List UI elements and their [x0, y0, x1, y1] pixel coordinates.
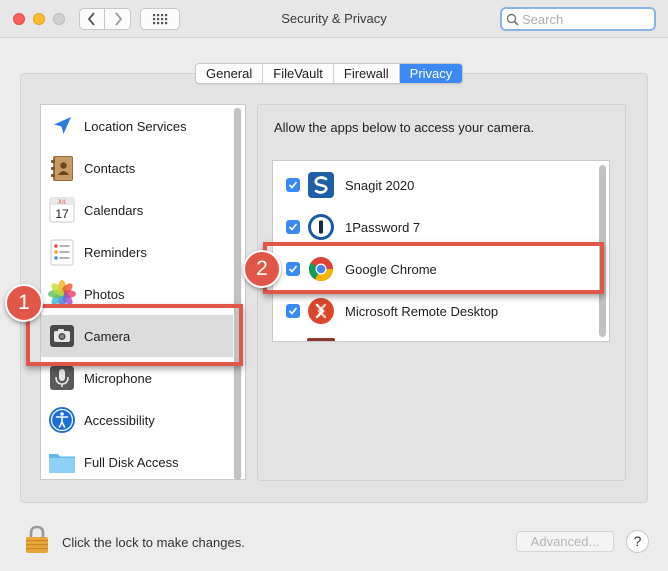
- contacts-book-icon: [51, 156, 73, 181]
- reminders-list-icon: [50, 239, 74, 266]
- checkmark-icon: [288, 307, 298, 315]
- help-button[interactable]: ?: [626, 530, 649, 553]
- snagit-icon: [308, 172, 334, 198]
- camera-highlight-box: [26, 304, 243, 366]
- remote-desktop-checkbox[interactable]: [286, 304, 300, 318]
- search-icon: [506, 13, 519, 26]
- category-item-contacts[interactable]: Contacts: [41, 147, 233, 189]
- category-item-accessibility[interactable]: Accessibility: [41, 399, 233, 441]
- app-label: Microsoft Remote Desktop: [345, 303, 499, 319]
- advanced-button[interactable]: Advanced...: [516, 531, 614, 552]
- category-label: Calendars: [84, 202, 144, 218]
- accessibility-icon: [49, 407, 75, 433]
- category-label: Contacts: [84, 160, 136, 176]
- search-input[interactable]: [522, 11, 652, 27]
- app-row-microsoft-remote-desktop[interactable]: Microsoft Remote Desktop: [273, 290, 595, 332]
- tab-bar: General FileVault Firewall Privacy: [195, 63, 464, 84]
- category-item-location-services[interactable]: Location Services: [41, 105, 233, 147]
- calendar-month-text: JUL: [58, 200, 67, 206]
- category-item-reminders[interactable]: Reminders: [41, 231, 233, 273]
- partially-visible-app-icon: [307, 338, 335, 341]
- category-item-full-disk-access[interactable]: Full Disk Access: [41, 441, 233, 483]
- category-label: Full Disk Access: [84, 454, 179, 470]
- category-list-scrollbar[interactable]: [233, 108, 242, 480]
- search-field[interactable]: [500, 7, 656, 31]
- scrollbar-thumb[interactable]: [234, 108, 241, 480]
- onepassword-icon: [308, 214, 334, 240]
- checkmark-icon: [288, 181, 298, 189]
- lock-icon[interactable]: [24, 524, 50, 554]
- step-badge-2: 2: [243, 250, 281, 288]
- checkmark-icon: [288, 223, 298, 231]
- step-badge-1: 1: [5, 284, 43, 322]
- category-label: Microphone: [84, 370, 152, 386]
- calendar-day-text: 17: [55, 207, 69, 221]
- remote-desktop-icon: [308, 298, 334, 324]
- app-label: Snagit 2020: [345, 177, 415, 193]
- app-label: 1Password 7: [345, 219, 421, 235]
- category-label: Reminders: [84, 244, 147, 260]
- category-label: Photos: [84, 286, 125, 302]
- tab-general[interactable]: General: [196, 64, 264, 83]
- camera-access-prompt: Allow the apps below to access your came…: [274, 120, 535, 135]
- privacy-category-list[interactable]: Location Services Contacts JUL 17 Calend…: [40, 104, 246, 480]
- tab-filevault[interactable]: FileVault: [263, 64, 334, 83]
- 1password-checkbox[interactable]: [286, 220, 300, 234]
- calendar-icon: JUL 17: [49, 197, 75, 223]
- category-label: Accessibility: [84, 412, 155, 428]
- title-bar: Security & Privacy: [0, 0, 668, 38]
- category-item-calendars[interactable]: JUL 17 Calendars: [41, 189, 233, 231]
- snagit-checkbox[interactable]: [286, 178, 300, 192]
- folder-icon: [49, 454, 75, 473]
- app-row-snagit[interactable]: Snagit 2020: [273, 164, 595, 206]
- category-label: Location Services: [84, 118, 187, 134]
- microphone-icon: [50, 366, 74, 390]
- lock-hint-text: Click the lock to make changes.: [62, 535, 245, 550]
- tab-privacy[interactable]: Privacy: [399, 64, 463, 83]
- location-arrow-icon: [54, 117, 71, 134]
- chrome-highlight-box: [263, 242, 604, 294]
- tab-firewall[interactable]: Firewall: [334, 64, 400, 83]
